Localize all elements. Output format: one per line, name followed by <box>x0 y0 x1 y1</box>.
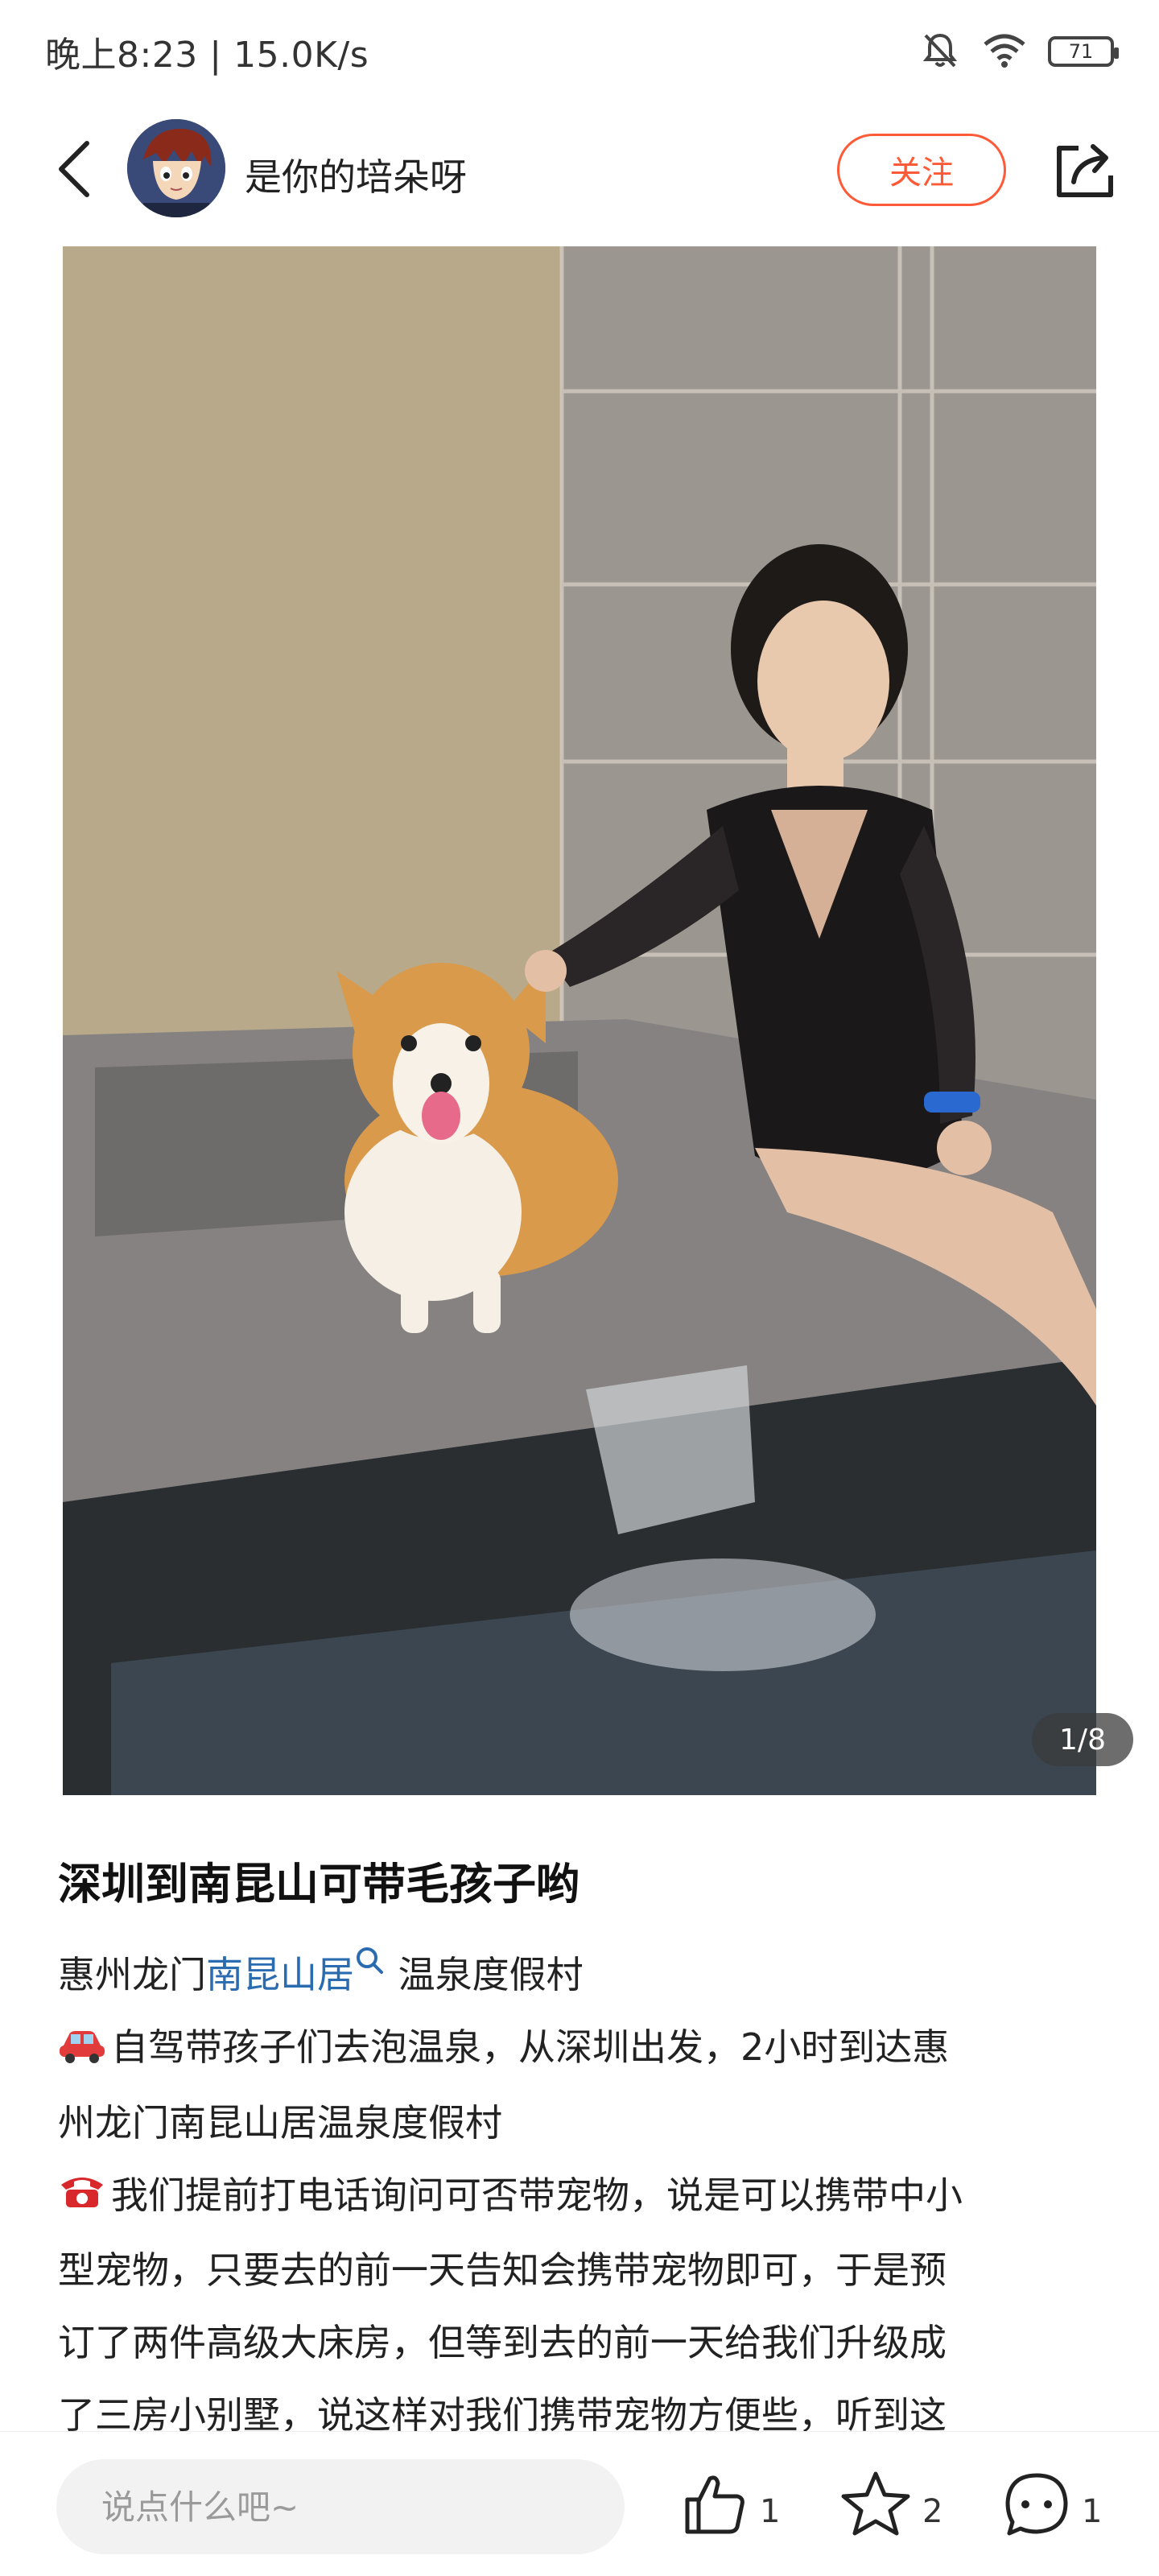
body-text: 州龙门南昆山居温泉度假村 <box>58 2100 502 2145</box>
follow-button[interactable]: 关注 <box>837 134 1006 206</box>
body-text: 了三房小别墅，说这样对我们携带宠物方便些，听到这 <box>58 2393 947 2437</box>
author-header: 是你的培朵呀 关注 <box>0 113 1159 225</box>
back-arrow-icon <box>59 141 89 197</box>
body-text: 自驾带孩子们去泡温泉，从深圳出发，2小时到达惠 <box>111 2025 950 2069</box>
body-line: 自驾带孩子们去泡温泉，从深圳出发，2小时到达惠 <box>58 2011 1104 2087</box>
comment-button[interactable]: 1 <box>1003 2464 1102 2545</box>
photo-page-indicator: 1/8 <box>1032 1713 1133 1766</box>
post-photo[interactable] <box>63 246 1096 1795</box>
collect-button[interactable]: 2 <box>840 2464 942 2545</box>
comment-count: 1 <box>1082 2493 1103 2530</box>
post-title: 深圳到南昆山可带毛孩子哟 <box>58 1859 580 1909</box>
status-time-speed: 晚上8:23 | 15.0K/s <box>45 35 369 76</box>
car-emoji <box>58 2014 106 2087</box>
location-link[interactable]: 南昆山居 <box>206 1953 354 1996</box>
body-line: 州龙门南昆山居温泉度假村 <box>58 2087 1104 2159</box>
star-icon <box>841 2471 910 2536</box>
note-detail-page: 晚上8:23 | 15.0K/s 71 是你的培朵呀 关注 1/8 深圳到南昆山… <box>0 0 1159 2576</box>
body-line: 订了两件高级大床房，但等到去的前一天给我们升级成 <box>58 2306 1104 2379</box>
mute-bell-icon <box>919 29 961 74</box>
like-button[interactable]: 1 <box>681 2464 780 2545</box>
post-body: 惠州龙门南昆山居 温泉度假村 自驾带孩子们去泡温泉，从深圳出发，2小时到达惠 州… <box>58 1938 1104 2451</box>
star-count: 2 <box>922 2493 943 2530</box>
body-text: 我们提前打电话询问可否带宠物，说是可以携带中小 <box>111 2173 963 2217</box>
bottom-action-bar: 1 2 1 <box>0 2431 1159 2576</box>
avatar[interactable] <box>127 119 225 217</box>
body-line: 型宠物，只要去的前一天告知会携带宠物即可，于是预 <box>58 2234 1104 2306</box>
back-button[interactable] <box>45 137 101 201</box>
search-icon[interactable] <box>354 1947 386 1996</box>
location-suffix: 温泉度假村 <box>386 1953 584 1996</box>
status-bar: 晚上8:23 | 15.0K/s 71 <box>0 0 1159 103</box>
share-icon <box>1057 144 1113 197</box>
phone-emoji <box>58 2161 106 2234</box>
thumbs-up-icon <box>685 2475 744 2534</box>
battery-icon: 71 <box>1048 36 1119 67</box>
status-icons: 71 <box>919 29 1119 74</box>
location-line: 惠州龙门南昆山居 温泉度假村 <box>58 1938 1104 2011</box>
share-button[interactable] <box>1046 130 1124 208</box>
comment-icon <box>1005 2473 1068 2536</box>
body-text: 型宠物，只要去的前一天告知会携带宠物即可，于是预 <box>58 2248 947 2292</box>
location-prefix: 惠州龙门 <box>58 1953 206 1996</box>
wifi-icon <box>982 31 1027 72</box>
battery-level: 71 <box>1068 40 1094 63</box>
body-text: 订了两件高级大床房，但等到去的前一天给我们升级成 <box>58 2321 947 2364</box>
author-name[interactable]: 是你的培朵呀 <box>245 148 467 201</box>
like-count: 1 <box>760 2493 781 2530</box>
body-line: 我们提前打电话询问可否带宠物，说是可以携带中小 <box>58 2159 1104 2235</box>
comment-input[interactable] <box>56 2459 625 2554</box>
